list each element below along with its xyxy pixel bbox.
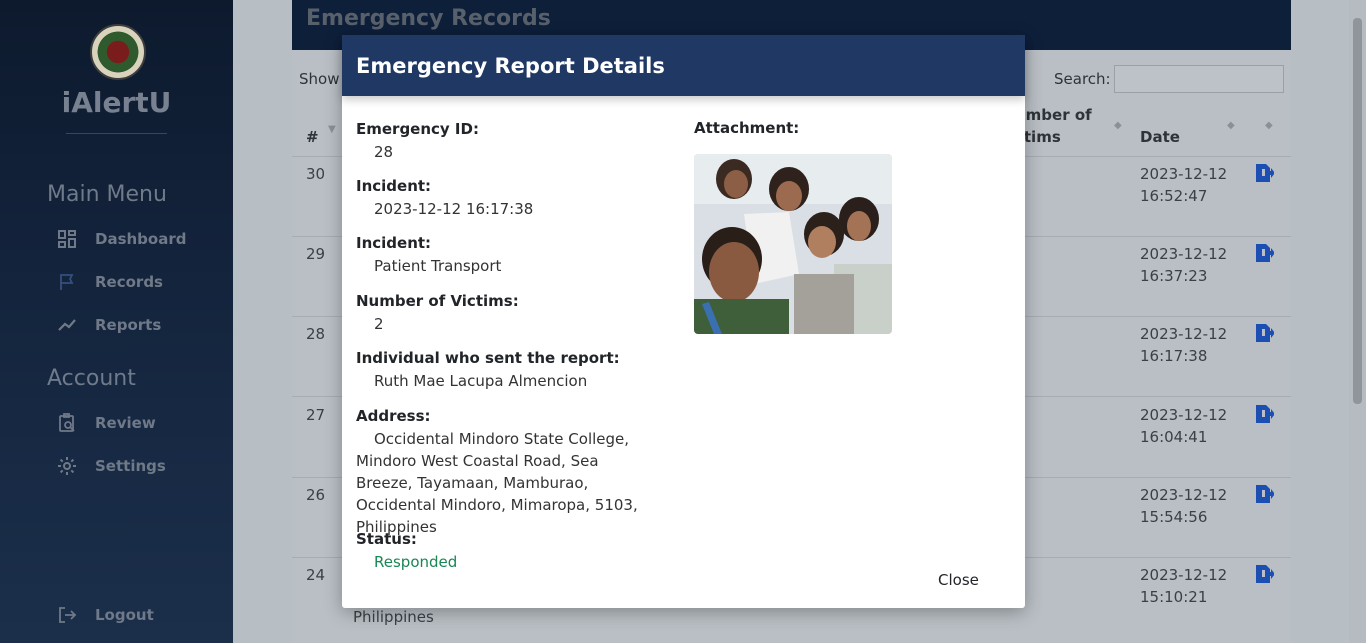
brand-divider — [66, 133, 167, 134]
sidebar-item-label: Review — [95, 414, 156, 432]
sidebar-item-label: Reports — [95, 316, 162, 334]
address-value: Occidental Mindoro State College, Mindor… — [356, 430, 638, 536]
column-header-index[interactable]: # — [306, 128, 319, 146]
sidebar-item-reports[interactable]: Reports — [56, 313, 161, 337]
row-date: 2023-12-12 16:04:41 — [1140, 406, 1228, 446]
row-index: 30 — [306, 165, 326, 183]
field-label: Status: — [356, 530, 417, 548]
logout-label: Logout — [95, 606, 154, 624]
page-scrollbar[interactable] — [1349, 0, 1366, 643]
column-header-date[interactable]: Date — [1140, 128, 1180, 146]
incident-type-value: Patient Transport — [374, 257, 502, 275]
victims-value: 2 — [374, 315, 384, 333]
view-record-icon[interactable] — [1254, 484, 1274, 504]
view-record-icon[interactable] — [1254, 243, 1274, 263]
modal-header: Emergency Report Details — [342, 35, 1025, 96]
field-label: Incident: — [356, 177, 432, 195]
flag-icon — [56, 271, 78, 293]
row-index: 29 — [306, 245, 326, 263]
sender-field: Individual who sent the report: Ruth Mae… — [356, 348, 656, 392]
trend-icon — [56, 314, 78, 336]
sidebar-item-settings[interactable]: Settings — [56, 454, 166, 478]
main-menu-title: Main Menu — [47, 182, 167, 207]
row-date: 2023-12-12 15:10:21 — [1140, 566, 1228, 606]
sidebar-item-records[interactable]: Records — [56, 270, 163, 294]
logout-icon — [56, 604, 78, 626]
sort-icon[interactable]: ◆ — [1265, 120, 1273, 131]
attachment-label: Attachment: — [694, 119, 800, 137]
sidebar-item-label: Dashboard — [95, 230, 187, 248]
field-label: Number of Victims: — [356, 292, 519, 310]
attachment-photo[interactable] — [694, 154, 892, 334]
view-record-icon[interactable] — [1254, 323, 1274, 343]
emergency-details-modal: Emergency Report Details Emergency ID: 2… — [342, 35, 1025, 608]
sidebar-item-review[interactable]: Review — [56, 411, 156, 435]
row-index: 26 — [306, 486, 326, 504]
column-header-victims-line1[interactable]: umber of — [1015, 106, 1092, 124]
brand-name: iAlertU — [61, 86, 172, 119]
account-title: Account — [47, 366, 136, 391]
sort-icon[interactable]: ▼ — [328, 124, 336, 135]
sidebar-item-label: Records — [95, 273, 163, 291]
view-record-icon[interactable] — [1254, 163, 1274, 183]
row-date: 2023-12-12 15:54:56 — [1140, 486, 1228, 526]
search-label: Search: — [1054, 70, 1111, 88]
field-label: Emergency ID: — [356, 120, 479, 138]
gear-icon — [56, 455, 78, 477]
emergency-id-value: 28 — [374, 143, 394, 161]
row-index: 27 — [306, 406, 326, 424]
sender-value: Ruth Mae Lacupa Almencion — [374, 372, 588, 390]
page-title: Emergency Records — [306, 6, 551, 31]
field-label: Incident: — [356, 234, 432, 252]
field-label: Address: — [356, 407, 431, 425]
row-date: 2023-12-12 16:52:47 — [1140, 165, 1228, 205]
sidebar: iAlertU Main Menu Dashboard Records Repo… — [0, 0, 233, 643]
sort-icon[interactable]: ◆ — [1114, 120, 1122, 131]
address-field: Address: Occidental Mindoro State Colleg… — [356, 406, 656, 538]
sidebar-item-dashboard[interactable]: Dashboard — [56, 227, 186, 251]
search-input[interactable] — [1114, 65, 1284, 93]
incident-type-field: Incident: Patient Transport — [356, 233, 656, 277]
row-date: 2023-12-12 16:17:38 — [1140, 325, 1228, 365]
status-value: Responded — [374, 553, 458, 571]
row-index: 28 — [306, 325, 326, 343]
address-cell-fragment: Philippines — [353, 608, 434, 626]
sort-icon[interactable]: ◆ — [1227, 120, 1235, 131]
clipboard-search-icon — [56, 412, 78, 434]
logout-button[interactable]: Logout — [56, 603, 154, 627]
victims-field: Number of Victims: 2 — [356, 291, 656, 335]
view-record-icon[interactable] — [1254, 564, 1274, 584]
scrollbar-thumb[interactable] — [1353, 18, 1362, 404]
incident-time-value: 2023-12-12 16:17:38 — [374, 200, 534, 218]
row-date: 2023-12-12 16:37:23 — [1140, 245, 1228, 285]
sidebar-item-label: Settings — [95, 457, 166, 475]
close-button[interactable]: Close — [938, 571, 979, 589]
row-index: 24 — [306, 566, 326, 584]
status-field: Status: Responded — [356, 529, 656, 573]
view-record-icon[interactable] — [1254, 404, 1274, 424]
dashboard-icon — [56, 228, 78, 250]
emergency-id-field: Emergency ID: 28 — [356, 119, 656, 163]
brand-logo — [90, 24, 146, 80]
incident-time-field: Incident: 2023-12-12 16:17:38 — [356, 176, 656, 220]
modal-title: Emergency Report Details — [356, 53, 665, 78]
show-entries-label: Show — [299, 70, 340, 88]
field-label: Individual who sent the report: — [356, 349, 620, 367]
